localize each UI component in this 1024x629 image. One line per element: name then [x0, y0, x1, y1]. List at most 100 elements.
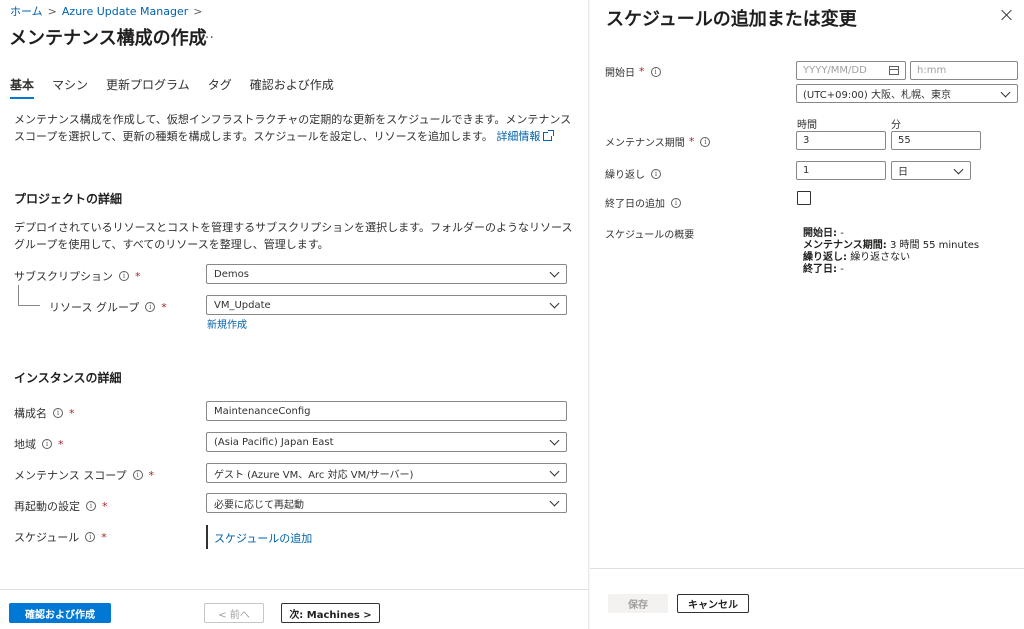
maintenance-duration-label: メンテナンス期間 * i [605, 134, 711, 149]
schedule-flyout-panel: スケジュールの追加または変更 開始日 * i YYYY/MM/DD h:mm (… [590, 0, 1024, 629]
create-maintenance-config-blade: ホーム > Azure Update Manager > メンテナンス構成の作成 … … [0, 0, 588, 629]
breadcrumb-separator: > [47, 5, 57, 18]
tree-connector [18, 305, 40, 306]
calendar-icon[interactable] [889, 66, 899, 75]
tree-connector [18, 285, 19, 305]
tab-machines[interactable]: マシン [52, 76, 88, 99]
flyout-footer-divider [590, 568, 1024, 569]
region-value: (Asia Pacific) Japan East [214, 436, 334, 448]
minutes-heading: 分 [891, 120, 901, 131]
region-label: 地域 i * [14, 436, 64, 452]
tab-tags[interactable]: タグ [208, 76, 232, 99]
maintenance-duration-label-text: メンテナンス期間 [605, 138, 685, 149]
info-icon[interactable]: i [42, 439, 52, 449]
reboot-setting-value: 必要に応じて再起動 [214, 499, 304, 511]
tab-basics[interactable]: 基本 [10, 76, 35, 99]
config-name-value: MaintenanceConfig [214, 405, 311, 417]
schedule-label-text: スケジュール [14, 531, 80, 544]
summary-start-row: 開始日: - [803, 228, 979, 240]
config-name-input[interactable]: MaintenanceConfig [206, 401, 567, 421]
duration-minutes-input[interactable]: 55 [891, 131, 981, 150]
summary-repeat-value: 繰り返さない [850, 252, 911, 263]
intro-text: メンテナンス構成を作成して、仮想インフラストラクチャの定期的な更新をスケジュール… [14, 113, 572, 143]
config-name-label-text: 構成名 [14, 407, 47, 420]
repeat-unit-dropdown[interactable]: 日 [891, 161, 971, 180]
start-date-label-text: 開始日 [605, 68, 635, 79]
summary-end-row: 終了日: - [803, 264, 979, 276]
config-name-label: 構成名 i * [14, 405, 75, 421]
tab-review-create[interactable]: 確認および作成 [250, 76, 334, 99]
hours-heading: 時間 [797, 120, 817, 131]
duration-hours-value: 3 [803, 135, 810, 146]
summary-end-value: - [840, 264, 844, 275]
schedule-indicator [206, 525, 208, 549]
repeat-unit-value: 日 [898, 167, 908, 178]
repeat-label: 繰り返し i [605, 166, 661, 181]
reboot-setting-dropdown[interactable]: 必要に応じて再起動 [206, 493, 567, 513]
summary-start-value: - [840, 228, 844, 239]
instance-details-heading: インスタンスの詳細 [14, 371, 122, 385]
maintenance-scope-value: ゲスト (Azure VM、Arc 対応 VM/サーバー) [214, 469, 414, 481]
repeat-interval-input[interactable]: 1 [796, 161, 886, 180]
previous-button[interactable]: < 前へ [204, 603, 264, 623]
subscription-label: サブスクリプション i * [14, 268, 141, 284]
timezone-dropdown[interactable]: (UTC+09:00) 大阪、札幌、東京 [796, 84, 1018, 103]
info-icon[interactable]: i [145, 302, 156, 312]
close-icon[interactable] [1000, 8, 1014, 22]
add-schedule-link[interactable]: スケジュールの追加 [214, 530, 312, 546]
chevron-down-icon [549, 466, 560, 477]
repeat-label-text: 繰り返し [605, 170, 645, 181]
info-icon[interactable]: i [86, 501, 96, 511]
info-icon[interactable]: i [700, 136, 711, 147]
flyout-title: スケジュールの追加または変更 [606, 9, 857, 30]
breadcrumb: ホーム > Azure Update Manager > [10, 3, 207, 19]
subscription-dropdown[interactable]: Demos [206, 264, 567, 284]
resource-group-value: VM_Update [214, 299, 271, 311]
tab-bar: 基本 マシン 更新プログラム タグ 確認および作成 [10, 76, 334, 99]
duration-hours-input[interactable]: 3 [796, 131, 886, 150]
breadcrumb-separator: > [193, 5, 203, 18]
chevron-down-icon [549, 298, 560, 309]
tab-updates[interactable]: 更新プログラム [106, 76, 190, 99]
footer-divider [0, 589, 588, 590]
required-mark: * [135, 269, 141, 283]
more-options-icon[interactable]: … [200, 26, 215, 42]
required-mark: * [101, 530, 107, 544]
info-icon[interactable]: i [671, 197, 681, 208]
info-icon[interactable]: i [85, 532, 96, 542]
maintenance-scope-label-text: メンテナンス スコープ [14, 469, 127, 482]
learn-more-link[interactable]: 詳細情報 [496, 130, 555, 143]
breadcrumb-home[interactable]: ホーム [10, 5, 43, 18]
start-time-input[interactable]: h:mm [910, 61, 1018, 80]
review-create-button[interactable]: 確認および作成 [9, 603, 111, 623]
info-icon[interactable]: i [651, 168, 661, 179]
info-icon[interactable]: i [132, 470, 143, 480]
intro-description: メンテナンス構成を作成して、仮想インフラストラクチャの定期的な更新をスケジュール… [14, 111, 574, 145]
breadcrumb-update-manager[interactable]: Azure Update Manager [62, 5, 188, 18]
summary-duration-value: 3 時間 55 minutes [890, 240, 980, 251]
info-icon[interactable]: i [650, 66, 661, 77]
date-placeholder: YYYY/MM/DD [803, 65, 867, 76]
info-icon[interactable]: i [119, 271, 129, 281]
summary-end-key: 終了日: [803, 264, 837, 275]
cancel-button[interactable]: キャンセル [677, 594, 749, 613]
region-dropdown[interactable]: (Asia Pacific) Japan East [206, 432, 567, 452]
chevron-down-icon [549, 267, 560, 278]
save-button[interactable]: 保存 [608, 594, 668, 613]
repeat-interval-value: 1 [803, 165, 810, 176]
start-date-input[interactable]: YYYY/MM/DD [796, 61, 906, 80]
add-end-date-label-text: 終了日の追加 [605, 199, 665, 210]
required-mark: * [148, 468, 155, 482]
info-icon[interactable]: i [53, 408, 63, 418]
next-machines-button[interactable]: 次: Machines > [281, 603, 380, 623]
resource-group-dropdown[interactable]: VM_Update [206, 295, 567, 315]
start-date-label: 開始日 * i [605, 64, 661, 79]
add-end-date-label: 終了日の追加 i [605, 195, 681, 210]
chevron-down-icon [953, 164, 964, 175]
learn-more-label: 詳細情報 [496, 130, 541, 143]
summary-duration-row: メンテナンス期間: 3 時間 55 minutes [803, 240, 979, 252]
create-new-resource-group-link[interactable]: 新規作成 [207, 316, 247, 331]
page-title: メンテナンス構成の作成 [9, 28, 207, 49]
add-end-date-checkbox[interactable] [797, 191, 811, 205]
maintenance-scope-dropdown[interactable]: ゲスト (Azure VM、Arc 対応 VM/サーバー) [206, 463, 567, 483]
